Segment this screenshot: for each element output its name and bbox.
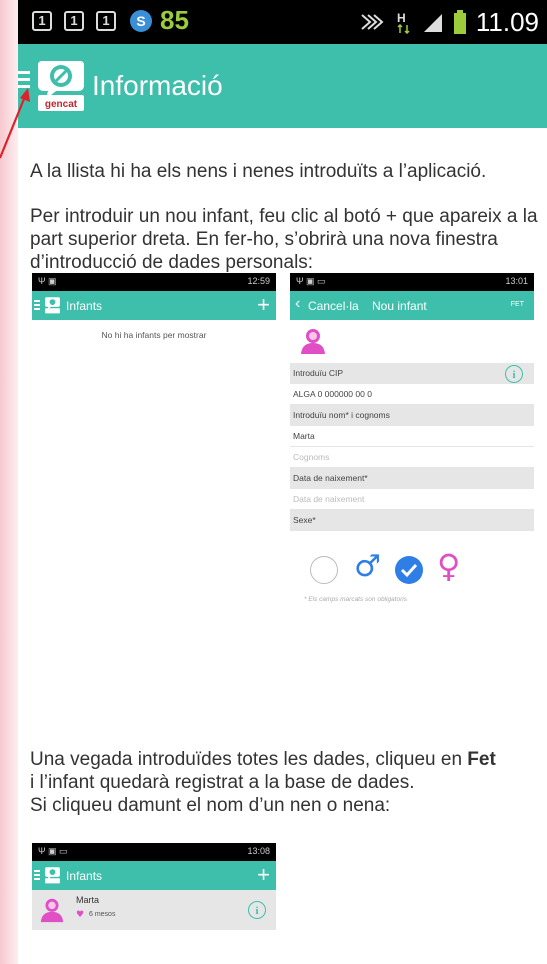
mini-add-button: + [257, 292, 270, 317]
mini-status-bar: Ψ ▣ ▭ 13:08 [32, 843, 276, 861]
dob-field: Data de naixement [290, 489, 534, 510]
svg-text:gencat: gencat [45, 99, 78, 110]
app-notification-icon: S [130, 10, 152, 32]
notification-icon: 1 [32, 11, 52, 31]
page-title: Informació [92, 70, 223, 101]
required-footnote: * Els camps marcats son obligatoris [304, 596, 407, 603]
outro-line-3: Si cliqueu damunt el nom d’un nen o nena… [30, 795, 391, 816]
outro-fet-bold: Fet [467, 749, 496, 770]
mini-status-icons: Ψ ▣ [38, 276, 57, 286]
surname-field: Cognoms [290, 447, 534, 468]
mini-status-bar: Ψ ▣ 12:59 [32, 273, 276, 291]
new-child-form: Introduïu CIP ALGA 0 000000 00 0 Introdu… [290, 363, 534, 531]
mini-status-time: 13:08 [247, 846, 270, 856]
notification-icon: 1 [64, 11, 84, 31]
name-field: Marta [290, 426, 534, 447]
mini-menu-icon [34, 870, 40, 882]
outro-paragraph: Una vegada introduïdes totes les dades, … [30, 748, 540, 817]
mini-cancel-label: Cancel·la [308, 299, 359, 313]
mini-logo-icon [45, 297, 60, 314]
sex-label: Sexe* [290, 510, 534, 531]
device-screen: 1 1 1 S 85 H 11.09 gencat Informació A l… [18, 0, 547, 964]
cip-label: Introduïu CIP [290, 363, 534, 384]
mini-status-time: 13:01 [505, 276, 528, 286]
child-list-item: Marta ♥ 6 mesos i [32, 890, 276, 930]
child-info-icon: i [248, 901, 266, 919]
mini-title: Infants [66, 869, 103, 883]
name-label: Introduïu nom* i cognoms [290, 405, 534, 426]
mini-app-bar: Infants + [32, 861, 276, 890]
child-name: Marta [76, 895, 100, 905]
svg-text:H: H [397, 11, 406, 25]
outro-line-1: Una vegada introduïdes totes les dades, … [30, 749, 468, 770]
nfc-icon [361, 14, 384, 30]
child-avatar-icon [40, 898, 64, 923]
dob-label: Data de naixement* [290, 468, 534, 489]
mini-add-button: + [257, 862, 270, 887]
check-selected-icon [395, 556, 423, 584]
mini-status-icons: Ψ ▣ ▭ [38, 846, 68, 856]
screenshot-empty-list: Ψ ▣ 12:59 Infants + No hi ha infants per… [32, 273, 276, 653]
red-arrow-annotation [0, 88, 30, 159]
mini-done-label: FET [510, 301, 524, 308]
mini-status-icons: Ψ ▣ ▭ [296, 276, 326, 286]
screenshot-new-child-form: Ψ ▣ ▭ 13:01 ‹ Cancel·la Nou infant FET I… [290, 273, 534, 613]
screenshot-child-list: Ψ ▣ ▭ 13:08 Infants + Marta ♥ 6 mesos i [32, 843, 276, 964]
mini-title: Infants [66, 299, 103, 313]
mini-app-bar: Infants + [32, 291, 276, 320]
notification-icon: 1 [96, 11, 116, 31]
male-icon: ♂ [354, 549, 381, 584]
empty-list-message: No hi ha infants per mostrar [101, 330, 207, 340]
gencat-logo[interactable]: gencat [36, 57, 86, 113]
baby-avatar-icon [301, 329, 325, 354]
signal-icon [423, 14, 442, 32]
sex-option-unset [310, 556, 338, 584]
status-time: 11.09 [475, 6, 539, 37]
cip-field: ALGA 0 000000 00 0 [290, 384, 534, 405]
female-icon: ♀ [437, 547, 461, 585]
child-age: 6 mesos [89, 911, 116, 918]
status-bar: 1 1 1 S 85 H 11.09 [18, 0, 547, 44]
data-transfer-icon: H [397, 11, 410, 34]
mini-app-bar: ‹ Cancel·la Nou infant FET [290, 291, 534, 320]
mini-status-time: 12:59 [247, 276, 270, 286]
mini-menu-icon [34, 300, 40, 312]
battery-icon [453, 10, 466, 34]
mini-title: Nou infant [372, 299, 427, 313]
intro-paragraph-1: A la llista hi ha els nens i nenes intro… [30, 161, 487, 182]
mini-back-chevron-icon: ‹ [295, 295, 301, 312]
battery-level: 85 [160, 5, 189, 35]
mini-logo-icon [45, 867, 60, 884]
info-icon: i [505, 365, 523, 383]
heart-icon: ♥ [76, 910, 85, 920]
intro-paragraph-2: Per introduir un nou infant, feu clic al… [30, 206, 538, 273]
mini-status-bar: Ψ ▣ ▭ 13:01 [290, 273, 534, 291]
outro-line-2: i l’infant quedarà registrat a la base d… [30, 772, 415, 793]
